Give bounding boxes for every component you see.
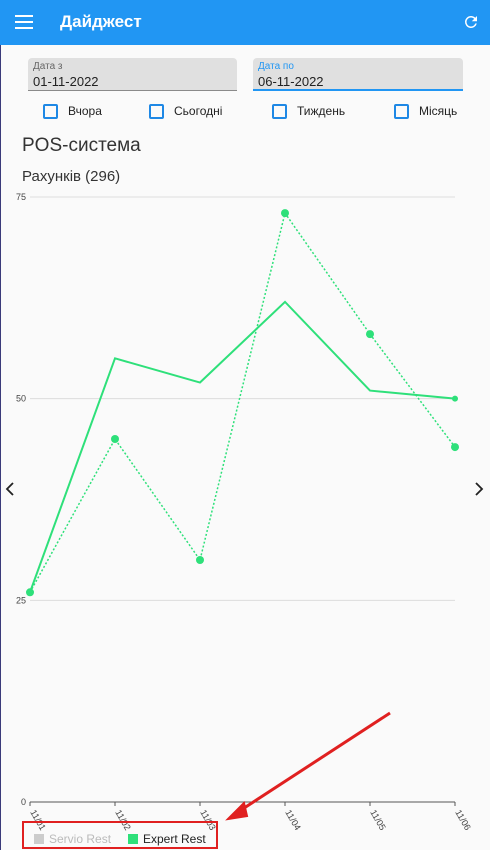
data-point (111, 435, 119, 443)
series-line (29, 211, 456, 593)
date-to-label: Дата по (258, 61, 294, 72)
x-tick-label: 11/05 (368, 808, 388, 832)
series-line (29, 300, 456, 593)
y-tick-label: 50 (16, 394, 26, 404)
date-to-field[interactable]: Дата по 06-11-2022 (253, 58, 463, 91)
checkbox-label: Сьогодні (174, 104, 223, 118)
receipts-count: Рахунків (296) (22, 168, 121, 185)
refresh-icon[interactable] (462, 13, 480, 31)
date-from-value: 01-11-2022 (33, 74, 99, 89)
date-from-label: Дата з (33, 61, 63, 72)
data-point (196, 556, 204, 564)
y-tick-label: 0 (21, 797, 26, 807)
checkbox-icon[interactable] (43, 103, 58, 119)
app-bar: Дайджест (0, 0, 490, 45)
checkbox-yesterday[interactable]: Вчора (43, 102, 102, 120)
section-title: POS-система (22, 135, 141, 156)
checkbox-month[interactable]: Місяць (394, 102, 457, 120)
data-point (26, 588, 34, 597)
checkbox-icon[interactable] (149, 103, 164, 119)
data-point (366, 330, 374, 339)
y-tick-label: 75 (16, 192, 26, 202)
checkbox-label: Місяць (419, 104, 458, 118)
y-tick-label: 25 (16, 595, 26, 605)
checkbox-week[interactable]: Тиждень (272, 102, 345, 120)
checkbox-label: Тиждень (297, 104, 346, 118)
x-tick-label: 11/06 (453, 808, 473, 832)
checkbox-label: Вчора (68, 104, 102, 118)
line-chart: 025507511/01 11/02 11/03 11/04 11/05 11/06 (16, 192, 473, 832)
data-point (281, 209, 289, 218)
checkbox-icon[interactable] (394, 103, 409, 119)
data-point (451, 443, 459, 452)
data-point (452, 395, 458, 402)
checkbox-icon[interactable] (272, 103, 287, 119)
page-title: Дайджест (60, 12, 142, 31)
x-tick-label: 11/04 (283, 808, 303, 832)
annotation-highlight-box (22, 821, 218, 849)
date-to-value: 06-11-2022 (258, 74, 324, 89)
date-from-field[interactable]: Дата з 01-11-2022 (28, 58, 237, 91)
checkbox-today[interactable]: Сьогодні (149, 102, 222, 120)
menu-icon[interactable] (15, 15, 33, 29)
